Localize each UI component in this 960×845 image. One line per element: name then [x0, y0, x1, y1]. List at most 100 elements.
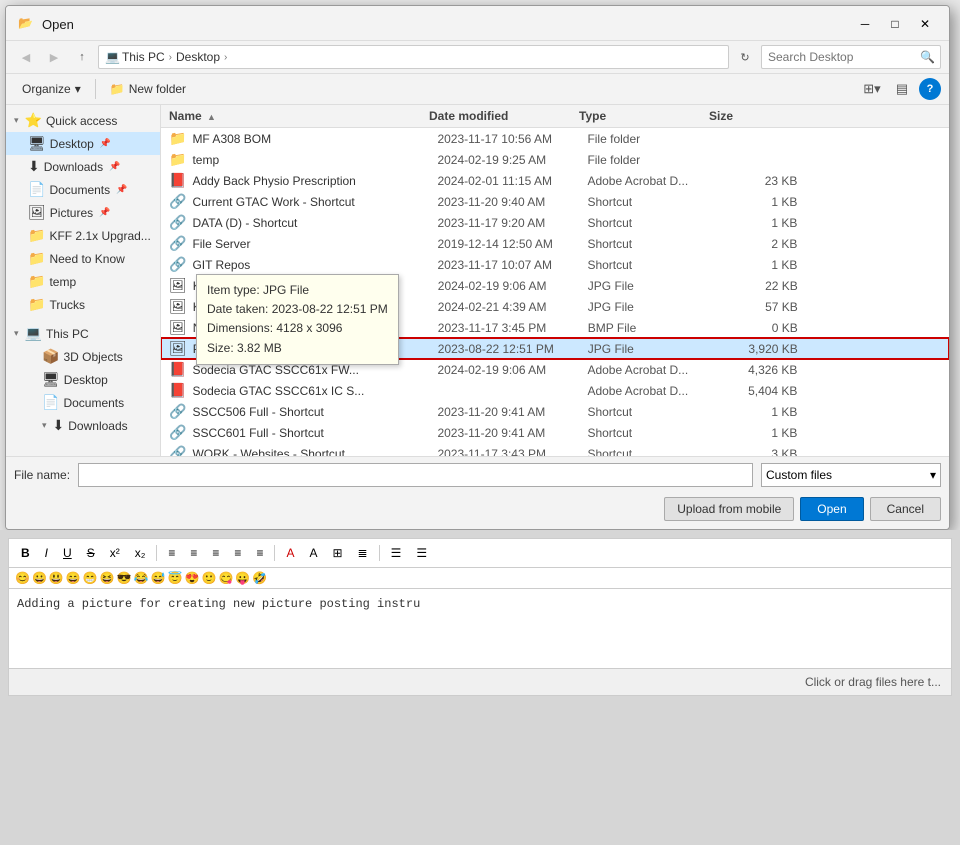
file-row[interactable]: 📕 Sodecia GTAC SSCC61x IC S... Adobe Acr… — [161, 380, 949, 401]
justify-button[interactable]: ≡ — [228, 543, 247, 563]
main-toolbar: Organize ▾ 📁 New folder ⊞▾ ▤ ? — [6, 74, 949, 105]
nav-item-trucks[interactable]: 📁 Trucks — [6, 293, 160, 316]
file-icon: 🖼 — [169, 277, 187, 294]
emoji-10[interactable]: 😇 — [168, 571, 183, 585]
file-size: 4,326 KB — [717, 363, 797, 377]
file-row[interactable]: 📕 Addy Back Physio Prescription 2024-02-… — [161, 170, 949, 191]
list2-button[interactable]: ☰ — [410, 543, 433, 563]
editor-content[interactable]: Adding a picture for creating new pictur… — [8, 589, 952, 669]
nav-item-need-to-know[interactable]: 📁 Need to Know — [6, 247, 160, 270]
emoji-5[interactable]: 😁 — [83, 571, 98, 585]
emoji-3[interactable]: 😃 — [49, 571, 64, 585]
refresh-button[interactable]: ↻ — [733, 45, 757, 69]
nav-item-downloads[interactable]: ⬇ Downloads 📌 — [6, 155, 160, 178]
desktop2-icon: 🖥 — [42, 371, 60, 388]
col-header-size[interactable]: Size — [709, 109, 789, 123]
emoji-11[interactable]: 😍 — [185, 571, 200, 585]
this-pc-expand-icon: ▾ — [14, 328, 19, 339]
minimize-button[interactable]: ─ — [851, 14, 879, 34]
file-icon: 📕 — [169, 382, 186, 399]
open-button[interactable]: Open — [800, 497, 863, 521]
nav-item-pictures[interactable]: 🖼 Pictures 📌 — [6, 201, 160, 224]
cancel-button[interactable]: Cancel — [870, 497, 941, 521]
font-size-button[interactable]: A — [303, 543, 323, 563]
file-size: 22 KB — [718, 279, 798, 293]
nav-item-kff[interactable]: 📁 KFF 2.1x Upgrad... — [6, 224, 160, 247]
list-button[interactable]: ☰ — [385, 543, 408, 563]
col-header-type[interactable]: Type — [579, 109, 709, 123]
align-left-button[interactable]: ≡ — [162, 543, 181, 563]
documents-icon: 📄 — [28, 181, 45, 198]
emoji-8[interactable]: 😂 — [134, 571, 149, 585]
emoji-13[interactable]: 😋 — [218, 571, 233, 585]
file-row[interactable]: 📁 MF A308 BOM 2023-11-17 10:56 AM File f… — [161, 128, 949, 149]
col-header-date[interactable]: Date modified — [429, 109, 579, 123]
emoji-6[interactable]: 😆 — [100, 571, 115, 585]
back-button[interactable]: ◀ — [14, 45, 38, 69]
file-row[interactable]: 🔗 Current GTAC Work - Shortcut 2023-11-2… — [161, 191, 949, 212]
file-row[interactable]: 🔗 DATA (D) - Shortcut 2023-11-17 9:20 AM… — [161, 212, 949, 233]
file-date: 2023-11-17 10:56 AM — [437, 132, 587, 146]
organize-button[interactable]: Organize ▾ — [14, 79, 89, 99]
superscript-button[interactable]: x² — [104, 543, 126, 563]
nav-item-downloads-2[interactable]: ▾ ⬇ Downloads — [6, 414, 160, 437]
help-button[interactable]: ? — [919, 78, 941, 100]
align-5-button[interactable]: ≡ — [250, 543, 269, 563]
file-name: Current GTAC Work - Shortcut — [192, 195, 437, 209]
forward-button[interactable]: ▶ — [42, 45, 66, 69]
file-icon: 🖼 — [169, 340, 187, 357]
subscript-button[interactable]: x₂ — [129, 543, 152, 563]
table-button[interactable]: ⊞ — [326, 543, 348, 563]
emoji-12[interactable]: 🙂 — [201, 571, 216, 585]
file-row[interactable]: 🔗 File Server 2019-12-14 12:50 AM Shortc… — [161, 233, 949, 254]
emoji-4[interactable]: 😄 — [66, 571, 81, 585]
file-row[interactable]: 🔗 GIT Repos 2023-11-17 10:07 AM Shortcut… — [161, 254, 949, 275]
italic-button[interactable]: I — [39, 543, 54, 563]
nav-item-documents[interactable]: 📄 Documents 📌 — [6, 178, 160, 201]
preview-button[interactable]: ▤ — [889, 77, 915, 101]
maximize-button[interactable]: □ — [881, 14, 909, 34]
file-row[interactable]: 🔗 SSCC506 Full - Shortcut 2023-11-20 9:4… — [161, 401, 949, 422]
nav-item-temp[interactable]: 📁 temp — [6, 270, 160, 293]
file-row[interactable]: 🔗 SSCC601 Full - Shortcut 2023-11-20 9:4… — [161, 422, 949, 443]
search-input[interactable] — [761, 45, 941, 69]
address-path[interactable]: 💻 This PC › Desktop › — [98, 45, 729, 69]
nav-item-3d-objects[interactable]: 📦 3D Objects — [6, 345, 160, 368]
file-type: JPG File — [588, 300, 718, 314]
quick-access-header[interactable]: ▾ ⭐ Quick access — [6, 109, 160, 132]
align-center-button[interactable]: ≡ — [184, 543, 203, 563]
file-type: JPG File — [588, 279, 718, 293]
emoji-9[interactable]: 😅 — [151, 571, 166, 585]
align-right-button[interactable]: ≡ — [206, 543, 225, 563]
up-button[interactable]: ↑ — [70, 45, 94, 69]
upload-mobile-button[interactable]: Upload from mobile — [664, 497, 794, 521]
file-size: 57 KB — [718, 300, 798, 314]
file-size: 1 KB — [717, 195, 797, 209]
content-area: ▾ ⭐ Quick access 🖥 Desktop 📌 ⬇ Downloads… — [6, 105, 949, 456]
nav-item-desktop[interactable]: 🖥 Desktop 📌 — [6, 132, 160, 155]
file-icon: 🔗 — [169, 235, 186, 252]
filetype-select[interactable]: Custom files ▾ — [761, 463, 941, 487]
view-options-button[interactable]: ⊞▾ — [859, 77, 885, 101]
nav-item-documents-2[interactable]: 📄 Documents — [6, 391, 160, 414]
3d-objects-icon: 📦 — [42, 348, 59, 365]
filename-input[interactable] — [78, 463, 753, 487]
emoji-7[interactable]: 😎 — [117, 571, 132, 585]
font-color-button[interactable]: A — [280, 543, 300, 563]
close-button[interactable]: ✕ — [911, 14, 939, 34]
bold-button[interactable]: B — [15, 543, 36, 563]
file-row[interactable]: 📁 temp 2024-02-19 9:25 AM File folder — [161, 149, 949, 170]
nav-this-pc-header[interactable]: ▾ 💻 This PC — [6, 322, 160, 345]
underline-button[interactable]: U — [57, 543, 78, 563]
nav-item-desktop-2[interactable]: 🖥 Desktop — [6, 368, 160, 391]
emoji-15[interactable]: 🤣 — [252, 571, 267, 585]
col-header-name[interactable]: Name ▲ — [169, 109, 429, 123]
emoji-1[interactable]: 😊 — [15, 571, 30, 585]
emoji-2[interactable]: 😀 — [32, 571, 47, 585]
file-type: Shortcut — [587, 195, 717, 209]
strikethrough-button[interactable]: S — [81, 543, 101, 563]
file-row[interactable]: 🔗 WORK - Websites - Shortcut 2023-11-17 … — [161, 443, 949, 456]
emoji-14[interactable]: 😛 — [235, 571, 250, 585]
format-button[interactable]: ≣ — [352, 543, 374, 563]
new-folder-button[interactable]: 📁 New folder — [102, 79, 194, 99]
